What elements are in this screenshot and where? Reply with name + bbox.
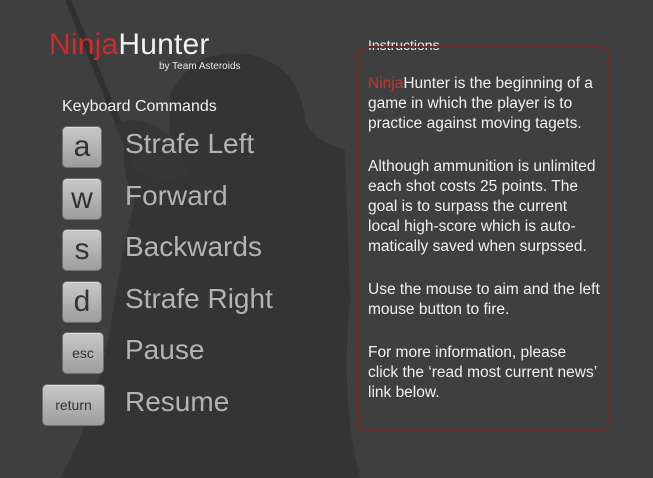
- command-label-strafe-left: Strafe Left: [125, 128, 255, 159]
- key-esc: esc: [62, 332, 104, 374]
- logo-hunter-text: Hunter: [118, 28, 210, 61]
- command-row-forward: w Forward: [0, 178, 340, 224]
- command-label-backwards: Backwards: [125, 231, 262, 262]
- key-return: return: [42, 384, 105, 426]
- instructions-paragraph-4: For more information, please click the ‘…: [368, 344, 597, 401]
- command-row-resume: return Resume: [0, 384, 340, 430]
- command-label-strafe-right: Strafe Right: [125, 283, 273, 314]
- instructions-panel: NinjaHunter is the beginning of a game i…: [357, 46, 610, 432]
- game-logo: NinjaHunter by Team Asteroids: [49, 27, 249, 73]
- logo-byline: by Team Asteroids: [159, 61, 241, 72]
- logo-ninja-text: Ninja: [49, 28, 119, 61]
- instructions-paragraph-3: Use the mouse to aim and the left mouse …: [368, 281, 600, 318]
- key-w: w: [62, 178, 102, 220]
- instructions-paragraph-2: Although ammunition is unlimited each sh…: [368, 158, 596, 255]
- instructions-ninja-text: Ninja: [368, 75, 404, 92]
- keyboard-commands-heading: Keyboard Commands: [62, 98, 217, 115]
- logo-title: NinjaHunter: [49, 27, 210, 63]
- command-label-resume: Resume: [125, 386, 230, 417]
- key-d: d: [62, 281, 102, 323]
- key-s: s: [62, 229, 102, 271]
- command-row-pause: esc Pause: [0, 332, 340, 378]
- command-label-forward: Forward: [125, 180, 228, 211]
- instructions-paragraph-1: NinjaHunter is the beginning of a game i…: [368, 74, 600, 134]
- command-row-strafe-left: a Strafe Left: [0, 126, 340, 172]
- key-a: a: [62, 126, 102, 168]
- command-row-strafe-right: d Strafe Right: [0, 281, 340, 327]
- command-label-pause: Pause: [125, 334, 205, 365]
- command-row-backwards: s Backwards: [0, 229, 340, 275]
